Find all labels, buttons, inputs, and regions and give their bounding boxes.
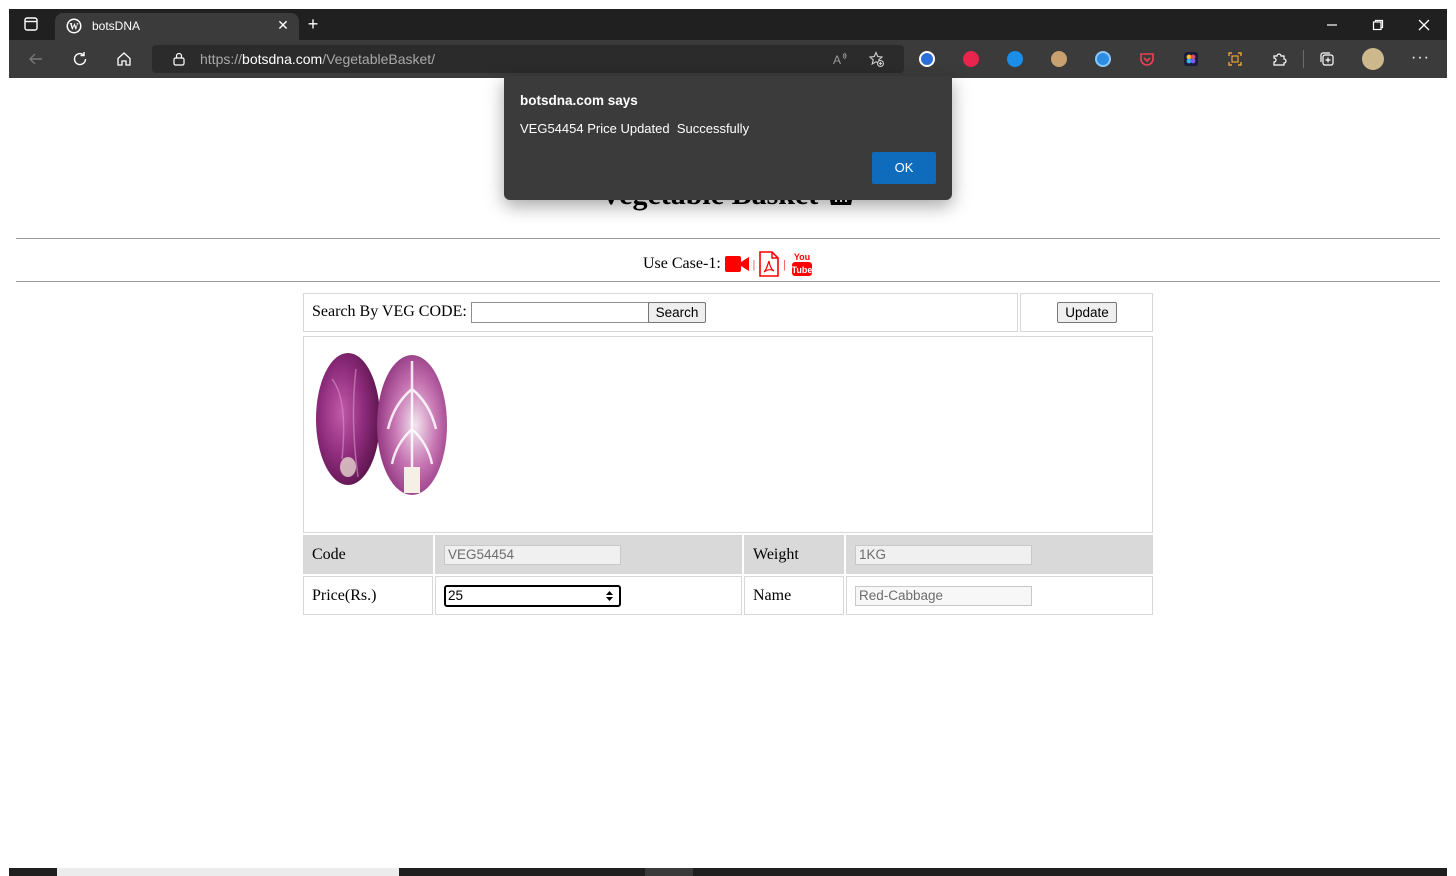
code-value-cell: VEG54454 — [435, 535, 742, 574]
browser-toolbar: https://botsdna.com/VegetableBasket/ A ·… — [9, 40, 1447, 78]
extension-1-icon[interactable] — [919, 51, 935, 67]
weight-label: Weight — [753, 546, 799, 563]
veg-code-search-input[interactable] — [471, 302, 649, 323]
weight-value-cell: 1KG — [846, 535, 1153, 574]
taskbar-search-box[interactable] — [57, 868, 399, 876]
add-favorite-icon[interactable] — [868, 51, 884, 67]
code-label-cell: Code — [303, 535, 433, 574]
toolbar-separator — [1303, 50, 1304, 68]
code-label: Code — [312, 546, 346, 563]
minimize-icon[interactable] — [1323, 16, 1341, 34]
lock-icon[interactable] — [172, 52, 186, 66]
extension-4-icon[interactable] — [1051, 51, 1067, 67]
taskbar — [9, 868, 1447, 876]
svg-text:Tube: Tube — [791, 265, 812, 275]
search-button[interactable]: Search — [648, 302, 706, 323]
ok-button[interactable]: OK — [872, 152, 936, 184]
new-tab-icon[interactable]: + — [305, 15, 321, 33]
pocket-icon[interactable] — [1139, 51, 1155, 67]
restore-icon[interactable] — [1369, 16, 1387, 34]
use-case-row: Use Case-1: | | You Tube — [643, 250, 815, 278]
use-case-label: Use Case-1: — [643, 255, 721, 272]
tab-title: botsDNA — [92, 19, 141, 33]
read-aloud-icon[interactable]: A — [832, 51, 848, 67]
url-text[interactable]: https://botsdna.com/VegetableBasket/ — [200, 51, 435, 67]
vegetable-image-cell — [303, 336, 1153, 533]
alert-dialog: botsdna.com says VEG54454 Price Updated … — [504, 76, 952, 200]
update-button[interactable]: Update — [1057, 302, 1117, 323]
code-field[interactable]: VEG54454 — [444, 545, 621, 565]
divider-bottom — [16, 281, 1440, 282]
screenshot-icon[interactable] — [1227, 51, 1243, 67]
price-label: Price(Rs.) — [312, 587, 377, 604]
browser-tab[interactable]: W botsDNA ✕ — [55, 13, 299, 40]
search-cell: Search By VEG CODE: Search — [303, 293, 1018, 332]
youtube-icon[interactable]: You Tube — [789, 251, 815, 277]
tab-close-icon[interactable]: ✕ — [275, 17, 291, 33]
extension-3-icon[interactable] — [1007, 51, 1023, 67]
video-camera-icon[interactable] — [724, 254, 750, 274]
divider-top — [16, 238, 1440, 239]
update-cell: Update — [1020, 293, 1153, 332]
tab-actions-icon[interactable] — [23, 16, 39, 32]
back-icon[interactable] — [27, 50, 45, 68]
dialog-message: VEG54454 Price Updated Successfully — [520, 121, 750, 136]
search-label: Search By VEG CODE: — [312, 303, 467, 320]
price-label-cell: Price(Rs.) — [303, 576, 433, 615]
name-label: Name — [753, 587, 792, 604]
extension-7-icon[interactable] — [1183, 51, 1199, 67]
more-options-icon[interactable]: ··· — [1411, 49, 1430, 67]
address-bar[interactable]: https://botsdna.com/VegetableBasket/ A — [152, 45, 904, 73]
pdf-file-icon[interactable] — [758, 251, 780, 277]
collections-icon[interactable] — [1319, 51, 1335, 67]
link-separator: | — [783, 256, 786, 271]
spinner-arrows-icon[interactable] — [605, 589, 614, 603]
refresh-icon[interactable] — [71, 50, 89, 68]
price-value-cell: 25 — [435, 576, 742, 615]
close-window-icon[interactable] — [1415, 16, 1433, 34]
link-separator: | — [752, 256, 756, 271]
svg-text:W: W — [70, 22, 79, 32]
weight-field[interactable]: 1KG — [855, 545, 1032, 565]
dialog-title: botsdna.com says — [520, 93, 638, 108]
taskbar-active-app[interactable] — [645, 868, 693, 876]
name-value-cell: Red-Cabbage — [846, 576, 1153, 615]
home-icon[interactable] — [115, 50, 133, 68]
profile-avatar[interactable] — [1362, 48, 1384, 70]
wordpress-icon: W — [66, 18, 82, 34]
svg-text:You: You — [793, 252, 809, 262]
extension-2-icon[interactable] — [963, 51, 979, 67]
weight-label-cell: Weight — [744, 535, 844, 574]
svg-text:A: A — [833, 53, 841, 67]
name-field[interactable]: Red-Cabbage — [855, 586, 1032, 606]
price-number-input[interactable]: 25 — [444, 585, 621, 607]
red-cabbage-image — [316, 353, 447, 495]
extension-5-icon[interactable] — [1095, 51, 1111, 67]
browser-titlebar: W botsDNA ✕ + — [9, 9, 1447, 40]
name-label-cell: Name — [744, 576, 844, 615]
extensions-puzzle-icon[interactable] — [1271, 51, 1287, 67]
